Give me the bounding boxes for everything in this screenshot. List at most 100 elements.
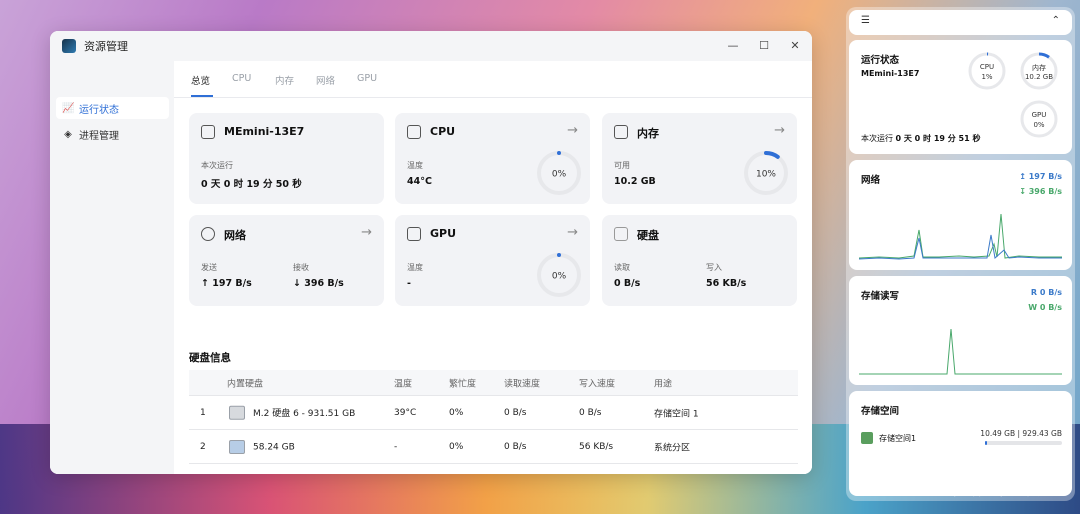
- disk-usage: 系统分区: [654, 443, 691, 453]
- memory-title: 内存: [637, 127, 659, 140]
- resource-manager-window: 资源管理 — ☐ ✕ 📈 运行状态 ◈ 进程管理 总览 CPU 内存 网络 GP…: [50, 31, 812, 474]
- chart-icon: 📈: [62, 102, 75, 114]
- disk-table: 内置硬盘 温度 繁忙度 读取速度 写入速度 用途 1 M.2 硬盘 6 - 93…: [189, 370, 798, 464]
- system-drive-icon: [229, 439, 245, 454]
- gpu-usage-text: 0%: [552, 272, 567, 282]
- gpu-title: GPU: [430, 227, 457, 240]
- network-card[interactable]: 网络 → 发送 ↑ 197 B/s 接收 ↓ 396 B/s: [189, 215, 384, 306]
- arrow-right-icon[interactable]: →: [361, 225, 372, 240]
- storage-usage-fill: [985, 441, 987, 445]
- disk-name: M.2 硬盘 6 - 931.51 GB: [229, 405, 355, 420]
- arrow-right-icon[interactable]: →: [567, 225, 578, 240]
- disk-icon: [614, 227, 628, 241]
- gpu-mini-value: 0%: [1033, 121, 1045, 129]
- cpu-usage-ring: 0%: [537, 151, 581, 195]
- disk-write-label: 写入: [706, 263, 722, 272]
- disk-usage: 存储空间 1: [654, 409, 699, 419]
- uptime-value: 0 天 0 时 19 分 50 秒: [201, 179, 302, 190]
- cpu-mini-value: 1%: [981, 73, 993, 81]
- cpu-usage-text: 0%: [552, 170, 567, 180]
- disk-temp: -: [394, 441, 398, 452]
- active-tab-indicator: [191, 95, 213, 97]
- memory-available-label: 可用: [614, 161, 630, 170]
- app-icon: [62, 39, 76, 53]
- network-sparkline: [859, 213, 1062, 260]
- table-row[interactable]: 1 M.2 硬盘 6 - 931.51 GB 39°C 0% 0 B/s 0 B…: [189, 396, 798, 430]
- disk-read: 0 B/s: [504, 441, 527, 452]
- column-header: 繁忙度: [449, 379, 477, 389]
- tab-memory[interactable]: 内存: [275, 73, 294, 87]
- menu-icon[interactable]: ☰: [861, 15, 870, 26]
- gpu-mini-ring: GPU 0%: [1019, 99, 1059, 139]
- row-index: 2: [200, 441, 206, 452]
- host-card: MEmini-13E7 本次运行 0 天 0 时 19 分 50 秒: [189, 113, 384, 204]
- disk-read-value: 0 B/s: [614, 278, 641, 289]
- row-index: 1: [200, 407, 206, 418]
- cpu-mini-label: CPU: [979, 63, 995, 71]
- storage-volume-size: 10.49 GB | 929.43 GB: [980, 429, 1062, 438]
- column-header: 内置硬盘: [227, 379, 264, 389]
- table-header: 内置硬盘 温度 繁忙度 读取速度 写入速度 用途: [189, 370, 798, 396]
- close-icon[interactable]: ✕: [786, 37, 804, 55]
- gpu-temp-value: -: [407, 278, 411, 289]
- arrow-right-icon[interactable]: →: [774, 123, 785, 138]
- tab-network[interactable]: 网络: [316, 73, 335, 87]
- collapse-icon[interactable]: ⌃: [1052, 15, 1060, 26]
- disk-busy: 0%: [449, 441, 464, 452]
- maximize-icon[interactable]: ☐: [755, 37, 773, 55]
- window-title: 资源管理: [84, 40, 128, 53]
- disk-read-label: 读取: [614, 263, 630, 272]
- gpu-mini-label: GPU: [1031, 111, 1047, 119]
- gpu-card[interactable]: GPU → 温度 - 0%: [395, 215, 590, 306]
- gpu-usage-ring: 0%: [537, 253, 581, 297]
- tab-overview[interactable]: 总览: [191, 73, 210, 87]
- memory-usage-text: 10%: [756, 170, 776, 180]
- sidebar-item-status[interactable]: 📈 运行状态: [56, 97, 169, 119]
- network-widget: 网络 ↥ 197 B/s ↧ 396 B/s: [849, 160, 1072, 270]
- cpu-mini-ring: CPU 1%: [967, 51, 1007, 91]
- sidebar-item-processes[interactable]: ◈ 进程管理: [56, 123, 169, 145]
- sidebar: 📈 运行状态 ◈ 进程管理: [50, 61, 174, 474]
- disk-info-title: 硬盘信息: [189, 352, 231, 364]
- minimize-icon[interactable]: —: [724, 37, 742, 55]
- disk-write: 0 B/s: [579, 407, 602, 418]
- hard-drive-icon: [229, 405, 245, 420]
- disk-title: 硬盘: [637, 229, 659, 242]
- arrow-right-icon[interactable]: →: [567, 123, 578, 138]
- gpu-icon: [407, 227, 421, 241]
- disk-temp: 39°C: [394, 407, 417, 418]
- disk-card: 硬盘 读取 0 B/s 写入 56 KB/s: [602, 215, 797, 306]
- storage-space-title: 存储空间: [861, 406, 900, 417]
- sidebar-item-label: 运行状态: [79, 104, 119, 116]
- storage-rw-title: 存储读写: [861, 291, 900, 302]
- network-widget-title: 网络: [861, 175, 881, 186]
- tab-cpu[interactable]: CPU: [232, 73, 251, 84]
- status-widget: 运行状态 MEmini-13E7 CPU 1% 内存 10.2 GB GPU 0…: [849, 40, 1072, 154]
- mem-mini-ring: 内存 10.2 GB: [1019, 51, 1059, 91]
- disk-read: 0 B/s: [504, 407, 527, 418]
- network-send-value: ↑ 197 B/s: [201, 278, 252, 289]
- memory-usage-ring: 10%: [744, 151, 788, 195]
- disk-write-value: 56 KB/s: [706, 278, 747, 289]
- cpu-card[interactable]: CPU → 温度 44°C 0%: [395, 113, 590, 204]
- watermark: 值 什么值得买: [952, 483, 1041, 499]
- status-host: MEmini-13E7: [861, 69, 920, 78]
- sidebar-item-label: 进程管理: [79, 130, 119, 142]
- cpu-title: CPU: [430, 125, 456, 138]
- storage-volume-name[interactable]: 存储空间1: [879, 433, 916, 444]
- mem-mini-value: 10.2 GB: [1024, 73, 1054, 81]
- tab-gpu[interactable]: GPU: [357, 73, 377, 84]
- gpu-mini-ring-graphic: [1020, 100, 1058, 138]
- table-row[interactable]: 2 58.24 GB - 0% 0 B/s 56 KB/s 系统分区: [189, 430, 798, 464]
- memory-card[interactable]: 内存 → 可用 10.2 GB 10%: [602, 113, 797, 204]
- network-title: 网络: [224, 229, 246, 242]
- disk-name: 58.24 GB: [229, 439, 295, 454]
- cpu-temp-label: 温度: [407, 161, 423, 170]
- network-down-rate: ↧ 396 B/s: [1019, 187, 1062, 196]
- column-header: 写入速度: [579, 379, 616, 389]
- mem-mini-label: 内存: [1032, 64, 1046, 72]
- column-header: 读取速度: [504, 379, 541, 389]
- cpu-icon: [407, 125, 421, 139]
- status-uptime: 本次运行 0 天 0 时 19 分 51 秒: [861, 134, 981, 143]
- uptime-label: 本次运行: [201, 161, 233, 170]
